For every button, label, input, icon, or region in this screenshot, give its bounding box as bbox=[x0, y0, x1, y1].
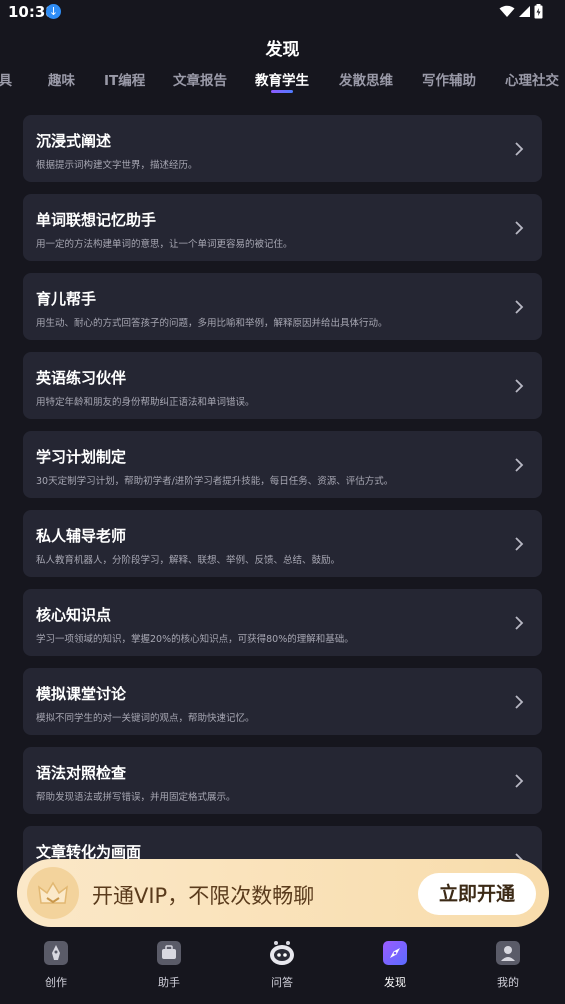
vip-banner[interactable]: 开通VIP，不限次数畅聊 立即开通 bbox=[17, 859, 549, 927]
tab-fun[interactable]: 趣味 bbox=[48, 69, 75, 89]
card-title: 育儿帮手 bbox=[36, 290, 97, 308]
card-title: 核心知识点 bbox=[36, 606, 112, 624]
card-description: 30天定制学习计划，帮助初学者/进阶学习者提升技能，每日任务、资源、评估方式。 bbox=[36, 476, 394, 487]
download-icon: ↓ bbox=[46, 4, 61, 19]
card-description: 根据提示词构建文字世界，描述经历。 bbox=[36, 160, 198, 171]
card-title: 沉浸式阐述 bbox=[36, 132, 112, 150]
pen-icon bbox=[44, 941, 68, 965]
chevron-right-icon bbox=[515, 300, 524, 314]
chevron-right-icon bbox=[515, 142, 524, 156]
assistant-card-english-partner[interactable]: 英语练习伙伴 用特定年龄和朋友的身份帮助纠正语法和单词错误。 bbox=[23, 352, 542, 419]
chevron-right-icon bbox=[515, 616, 524, 630]
card-description: 私人教育机器人，分阶段学习，解释、联想、举例、反馈、总结、鼓励。 bbox=[36, 555, 341, 566]
user-icon bbox=[496, 941, 520, 965]
tab-education-students[interactable]: 教育学生 bbox=[255, 69, 309, 89]
card-description: 模拟不同学生的对一关键词的观点，帮助快速记忆。 bbox=[36, 713, 255, 724]
tab-article-report[interactable]: 文章报告 bbox=[173, 69, 227, 89]
card-description: 用一定的方法构建单词的意思，让一个单词更容易的被记住。 bbox=[36, 239, 293, 250]
card-title: 英语练习伙伴 bbox=[36, 369, 127, 387]
chevron-right-icon bbox=[515, 379, 524, 393]
chevron-right-icon bbox=[515, 695, 524, 709]
tab-it-programming[interactable]: IT编程 bbox=[104, 69, 145, 89]
card-description: 帮助发现语法或拼写错误，并用固定格式展示。 bbox=[36, 792, 236, 803]
nav-item-qa[interactable]: 问答 bbox=[252, 940, 312, 996]
battery-icon bbox=[534, 4, 543, 19]
chevron-right-icon bbox=[515, 221, 524, 235]
assistant-card-immersive-narration[interactable]: 沉浸式阐述 根据提示词构建文字世界，描述经历。 bbox=[23, 115, 542, 182]
card-title: 单词联想记忆助手 bbox=[36, 211, 157, 229]
tab-psychology-social[interactable]: 心理社交 bbox=[505, 69, 559, 89]
briefcase-icon bbox=[157, 941, 181, 965]
chevron-right-icon bbox=[515, 774, 524, 788]
nav-label: 发现 bbox=[384, 976, 406, 989]
assistant-card-class-discussion[interactable]: 模拟课堂讨论 模拟不同学生的对一关键词的观点，帮助快速记忆。 bbox=[23, 668, 542, 735]
card-title: 语法对照检查 bbox=[36, 764, 127, 782]
signal-icon bbox=[519, 6, 530, 17]
card-title: 模拟课堂讨论 bbox=[36, 685, 127, 703]
assistant-card-private-tutor[interactable]: 私人辅导老师 私人教育机器人，分阶段学习，解释、联想、举例、反馈、总结、鼓励。 bbox=[23, 510, 542, 577]
chevron-right-icon bbox=[515, 537, 524, 551]
assistant-card-grammar-check[interactable]: 语法对照检查 帮助发现语法或拼写错误，并用固定格式展示。 bbox=[23, 747, 542, 814]
tab-writing-assist[interactable]: 写作辅助 bbox=[422, 69, 476, 89]
compass-icon bbox=[383, 941, 407, 965]
robot-icon bbox=[270, 941, 294, 965]
page-title: 发现 bbox=[265, 40, 300, 60]
bottom-nav: 创作 助手 问答 发现 我的 bbox=[0, 930, 565, 1004]
card-title: 私人辅导老师 bbox=[36, 527, 127, 545]
card-description: 用生动、耐心的方式回答孩子的问题，多用比喻和举例，解释原因并给出具体行动。 bbox=[36, 318, 388, 329]
nav-item-me[interactable]: 我的 bbox=[478, 940, 538, 996]
card-title: 学习计划制定 bbox=[36, 448, 127, 466]
card-description: 用特定年龄和朋友的身份帮助纠正语法和单词错误。 bbox=[36, 397, 255, 408]
wifi-icon bbox=[499, 5, 515, 17]
nav-item-assistant[interactable]: 助手 bbox=[139, 940, 199, 996]
tab-divergent-thinking[interactable]: 发散思维 bbox=[339, 69, 393, 89]
chevron-right-icon bbox=[515, 458, 524, 472]
nav-item-create[interactable]: 创作 bbox=[26, 940, 86, 996]
active-tab-indicator bbox=[271, 90, 293, 93]
nav-label: 创作 bbox=[45, 976, 67, 989]
vip-subscribe-button[interactable]: 立即开通 bbox=[418, 873, 536, 915]
assistant-card-word-memory[interactable]: 单词联想记忆助手 用一定的方法构建单词的意思，让一个单词更容易的被记住。 bbox=[23, 194, 542, 261]
status-icons bbox=[499, 4, 543, 19]
vip-promo-text: 开通VIP，不限次数畅聊 bbox=[92, 884, 315, 908]
nav-item-discover[interactable]: 发现 bbox=[365, 940, 425, 996]
crown-icon bbox=[27, 867, 79, 919]
assistant-card-core-knowledge[interactable]: 核心知识点 学习一项领域的知识，掌握20%的核心知识点，可获得80%的理解和基础… bbox=[23, 589, 542, 656]
nav-label: 助手 bbox=[158, 976, 180, 989]
tab-tools[interactable]: 工具 bbox=[0, 69, 12, 89]
status-bar: 10:38 ↓ bbox=[0, 0, 565, 26]
assistant-card-parenting-helper[interactable]: 育儿帮手 用生动、耐心的方式回答孩子的问题，多用比喻和举例，解释原因并给出具体行… bbox=[23, 273, 542, 340]
assistant-card-study-plan[interactable]: 学习计划制定 30天定制学习计划，帮助初学者/进阶学习者提升技能，每日任务、资源… bbox=[23, 431, 542, 498]
nav-label: 我的 bbox=[497, 976, 519, 989]
nav-label: 问答 bbox=[271, 976, 293, 989]
card-description: 学习一项领域的知识，掌握20%的核心知识点，可获得80%的理解和基础。 bbox=[36, 634, 354, 645]
